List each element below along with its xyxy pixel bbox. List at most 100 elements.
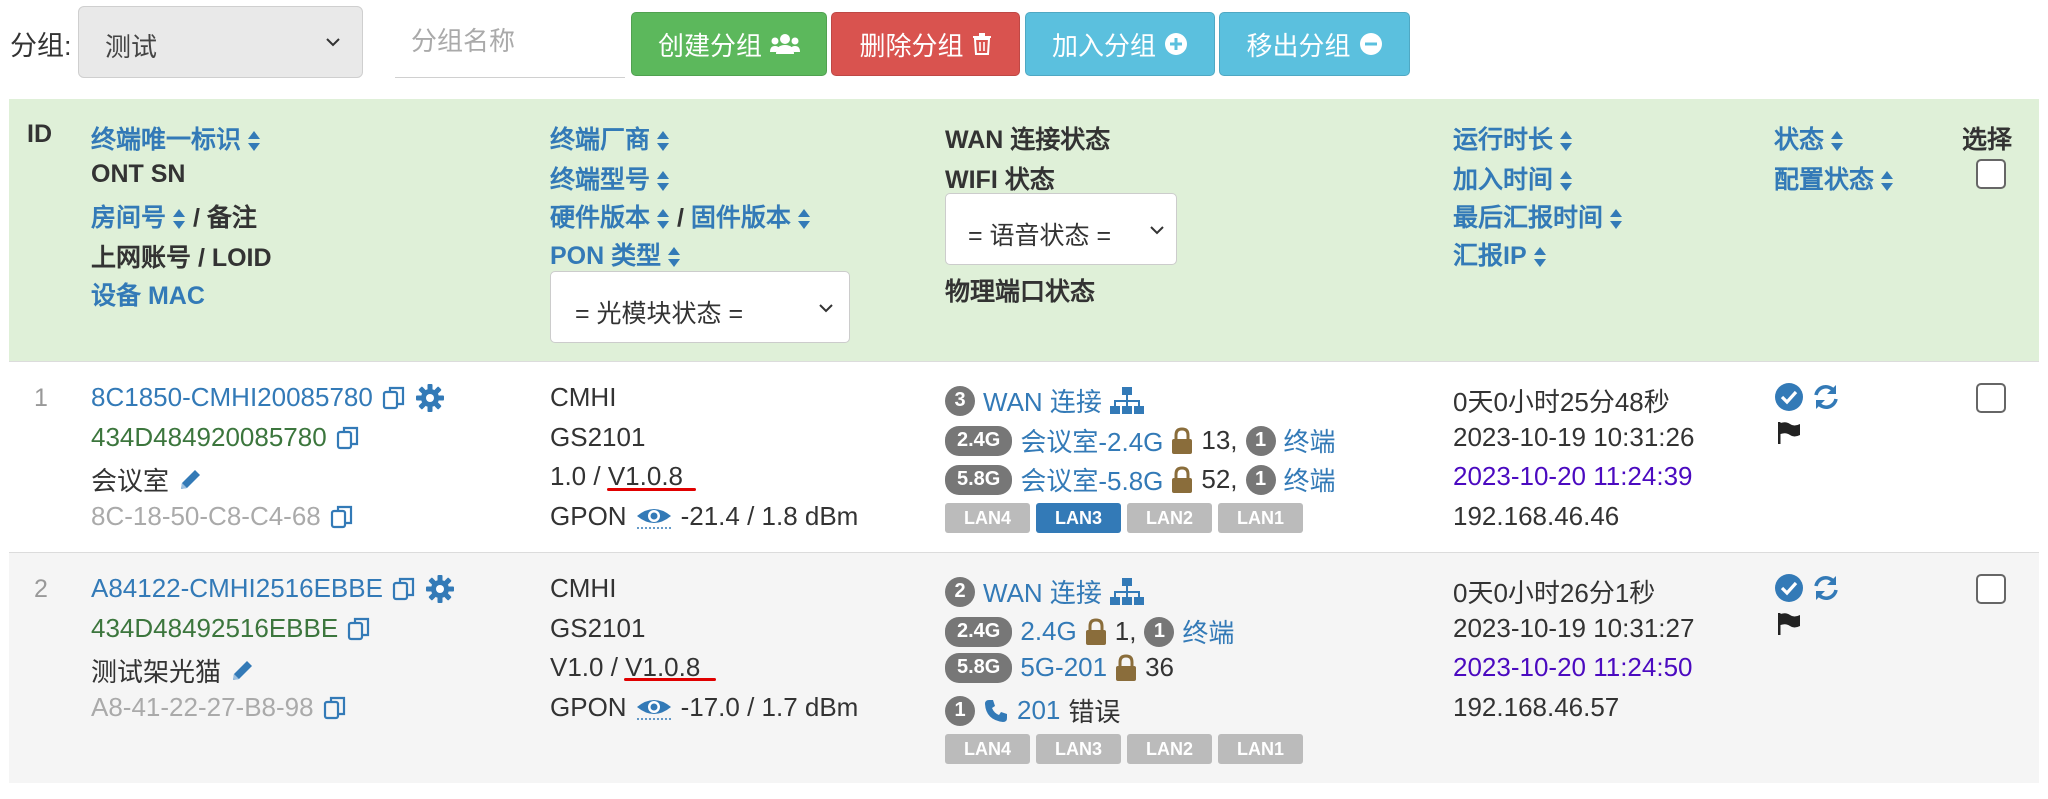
optical-status-select[interactable]: = 光模块状态 = <box>550 271 850 343</box>
pon-cell: GPON -17.0 / 1.7 dBm <box>550 692 858 723</box>
header-join-time-label: 加入时间 <box>1453 166 1554 194</box>
wifi-channel: 13, <box>1201 425 1238 455</box>
gear-icon[interactable] <box>415 383 445 413</box>
row-id: 2 <box>34 575 48 603</box>
sort-config-state[interactable]: 配置状态 <box>1774 160 1894 196</box>
sort-vendor[interactable]: 终端厂商 <box>550 120 670 156</box>
wifi-ssid-link[interactable]: 5G-201 <box>1020 652 1107 683</box>
clients-link[interactable]: 终端 <box>1284 461 1336 498</box>
copy-icon[interactable] <box>329 504 355 530</box>
lan-port-badge-active: LAN3 <box>1036 503 1121 533</box>
client-count-badge: 1 <box>1245 425 1276 456</box>
wifi-band-badge: 2.4G <box>945 616 1013 647</box>
sort-fw-version[interactable]: 固件版本 <box>691 204 811 232</box>
sort-state[interactable]: 状态 <box>1774 120 1844 156</box>
sort-room[interactable]: 房间号 <box>91 204 186 232</box>
wan-link[interactable]: WAN 连接 <box>983 382 1102 419</box>
select-all-checkbox[interactable] <box>1976 159 2006 189</box>
copy-icon[interactable] <box>391 576 417 602</box>
remark-value: 会议室 <box>91 466 170 496</box>
chevron-down-icon <box>819 304 833 313</box>
gear-icon[interactable] <box>425 574 455 604</box>
copy-icon[interactable] <box>381 385 407 411</box>
hw-version-value: V1.0 / <box>550 652 626 682</box>
eye-icon[interactable] <box>635 695 673 721</box>
wifi58-cell: 5.8G 会议室-5.8G 52, 1 终端 <box>945 461 1336 498</box>
eye-icon[interactable] <box>635 504 673 530</box>
row-select-checkbox[interactable] <box>1976 574 2006 604</box>
sort-pon-type[interactable]: PON 类型 <box>550 236 681 272</box>
plus-circle-icon <box>1165 33 1187 55</box>
vendor-value: CMHI <box>550 573 617 603</box>
header-account: 上网账号 / LOID <box>91 244 272 272</box>
delete-group-button[interactable]: 删除分组 <box>831 12 1020 76</box>
create-group-button[interactable]: 创建分组 <box>631 12 827 76</box>
report-ip-value: 192.168.46.46 <box>1453 501 1620 531</box>
network-icon[interactable] <box>1109 386 1144 416</box>
terminal-id-link[interactable]: A84122-CMHI2516EBBE <box>91 573 383 604</box>
sort-icon <box>657 171 670 192</box>
header-room-remark: 房间号 / 备注 <box>91 198 257 234</box>
ont-sn-cell: 434D484920085780 <box>91 422 361 453</box>
lock-icon <box>1172 426 1193 454</box>
users-icon <box>770 34 800 54</box>
copy-icon[interactable] <box>322 695 348 721</box>
voice-status: 错误 <box>1068 697 1121 727</box>
group-select[interactable]: 测试 <box>78 6 363 78</box>
copy-icon[interactable] <box>346 616 372 642</box>
sort-last-report[interactable]: 最后汇报时间 <box>1453 198 1623 234</box>
leave-group-button[interactable]: 移出分组 <box>1219 12 1410 76</box>
sort-hw-version[interactable]: 硬件版本 <box>550 204 670 232</box>
status-icons <box>1774 382 1840 412</box>
mac-cell: A8-41-22-27-B8-98 <box>91 692 348 723</box>
wifi-band-badge: 2.4G <box>945 425 1013 456</box>
header-pon-label: PON 类型 <box>550 242 662 270</box>
pencil-icon[interactable] <box>229 658 255 684</box>
wifi-channel: 1, <box>1114 616 1137 646</box>
header-wan-status: WAN 连接状态 <box>945 126 1111 154</box>
sort-model[interactable]: 终端型号 <box>550 160 670 196</box>
header-remark-label: / 备注 <box>192 204 257 232</box>
sort-uptime[interactable]: 运行时长 <box>1453 120 1573 156</box>
refresh-icon[interactable] <box>1812 383 1840 411</box>
mac-value: A8-41-22-27-B8-98 <box>91 692 314 722</box>
minus-circle-icon <box>1359 33 1382 55</box>
clients-link[interactable]: 终端 <box>1284 422 1336 459</box>
lan-port-badge: LAN2 <box>1127 734 1212 764</box>
terminal-id-link[interactable]: 8C1850-CMHI20085780 <box>91 382 373 413</box>
lan-ports: LAN4 LAN3 LAN2 LAN1 <box>945 734 1303 764</box>
pon-cell: GPON -21.4 / 1.8 dBm <box>550 501 858 532</box>
voice-status-select[interactable]: = 语音状态 = <box>945 193 1177 265</box>
header-fw-label: 固件版本 <box>690 204 791 232</box>
sort-join-time[interactable]: 加入时间 <box>1453 160 1573 196</box>
lan-port-badge: LAN1 <box>1218 734 1303 764</box>
uptime-value: 0天0小时26分1秒 <box>1453 578 1656 608</box>
wan-cell: 3 WAN 连接 <box>945 382 1144 419</box>
header-terminal-id-label: 终端唯一标识 <box>91 126 242 154</box>
join-group-button[interactable]: 加入分组 <box>1025 12 1215 76</box>
row-id: 1 <box>34 384 48 412</box>
voice-number-link[interactable]: 201 <box>1017 695 1060 726</box>
network-icon[interactable] <box>1109 577 1144 607</box>
voice-count-badge: 1 <box>945 695 975 726</box>
header-state-label: 状态 <box>1774 126 1825 154</box>
row-select-checkbox[interactable] <box>1976 383 2006 413</box>
lan-port-badge: LAN4 <box>945 503 1030 533</box>
sort-icon <box>1560 131 1573 152</box>
wifi24-cell: 2.4G 会议室-2.4G 13, 1 终端 <box>945 422 1336 459</box>
wifi-ssid-link[interactable]: 2.4G <box>1020 616 1076 647</box>
sort-terminal-id[interactable]: 终端唯一标识 <box>91 120 261 156</box>
clients-link[interactable]: 终端 <box>1182 613 1234 650</box>
pencil-icon[interactable] <box>177 467 203 493</box>
wifi-ssid-link[interactable]: 会议室-5.8G <box>1020 461 1163 498</box>
client-count-badge: 1 <box>1245 464 1276 495</box>
wan-link[interactable]: WAN 连接 <box>983 573 1102 610</box>
uptime-value: 0天0小时25分48秒 <box>1453 387 1670 417</box>
sort-icon <box>797 209 810 230</box>
group-name-input[interactable] <box>395 6 625 78</box>
copy-icon[interactable] <box>335 425 361 451</box>
wifi-ssid-link[interactable]: 会议室-2.4G <box>1020 422 1163 459</box>
header-model-label: 终端型号 <box>550 166 651 194</box>
refresh-icon[interactable] <box>1812 574 1840 602</box>
sort-report-ip[interactable]: 汇报IP <box>1453 236 1547 272</box>
